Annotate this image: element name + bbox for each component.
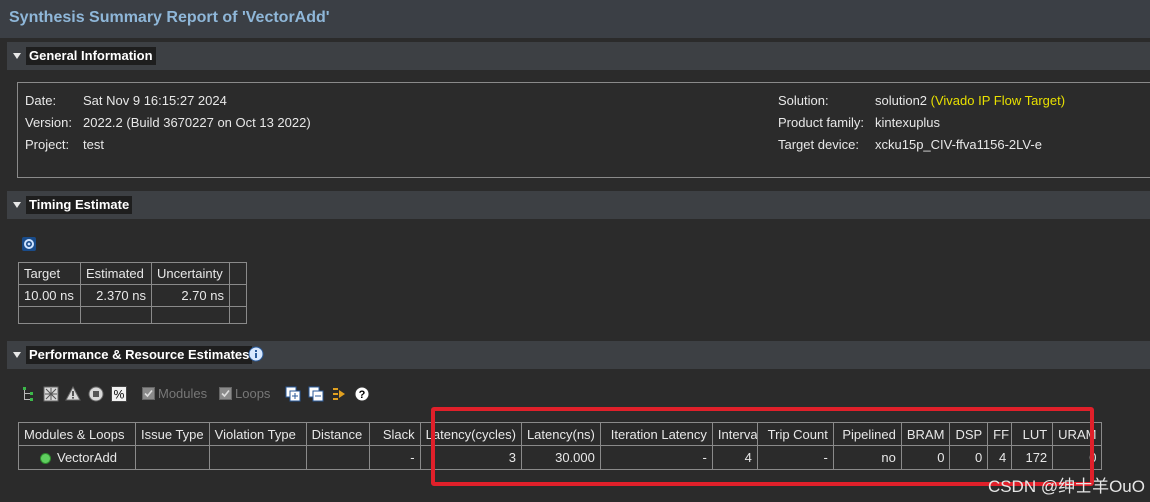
timing-settings-icon[interactable] [21,236,37,252]
column-header[interactable]: Issue Type [135,422,210,446]
info-label: Product family: [778,115,864,130]
info-label: Project: [25,137,70,152]
hierarchy-icon[interactable] [21,386,37,402]
loops-checkbox-label: Loops [235,386,271,401]
info-icon[interactable] [248,346,264,362]
info-value: Sat Nov 9 16:15:27 2024 [83,93,227,108]
expand-all-icon[interactable] [285,386,301,402]
table-cell [135,445,210,470]
collapse-triangle-icon[interactable] [13,53,21,59]
watermark: CSDN @绅士羊OuO [987,477,1145,496]
resource-icon[interactable] [88,386,104,402]
collapse-triangle-icon[interactable] [13,202,21,208]
column-header[interactable]: Violation Type [208,422,307,446]
column-header: Target [18,262,81,285]
module-cell[interactable]: VectorAdd [18,445,136,470]
collapse-triangle-icon[interactable] [13,352,21,358]
help-icon[interactable]: ? [354,386,370,402]
loops-checkbox[interactable] [219,387,232,400]
info-label: Date: [25,93,57,108]
section-header-performance[interactable]: Performance & Resource Estimates [7,341,1150,369]
column-header: Uncertainty [151,262,230,285]
info-label: Target device: [778,137,859,152]
module-status-icon [40,453,51,465]
info-value: kintexuplus [875,115,941,130]
table-cell: - [368,445,421,470]
info-value: solution2 (Vivado IP Flow Target) [875,93,1066,108]
table-cell: 2.370 ns [80,284,152,307]
table-cell [305,445,370,470]
collapse-all-icon[interactable] [308,386,324,402]
general-info-panel: Date: Sat Nov 9 16:15:27 2024 Version: 2… [17,82,1150,178]
module-name: VectorAdd [57,450,117,465]
column-header: Estimated [80,262,152,285]
info-value: test [83,137,104,152]
table-cell [208,445,307,470]
section-header-timing[interactable]: Timing Estimate [7,191,1150,219]
column-header[interactable]: Distance [305,422,370,446]
svg-text:%: % [114,388,125,402]
percent-icon[interactable]: % [111,386,127,402]
modules-checkbox[interactable] [142,387,155,400]
schedule-view-icon[interactable] [43,386,59,402]
table-cell: 2.70 ns [151,284,230,307]
table-cell: 10.00 ns [18,284,81,307]
section-title: Timing Estimate [26,196,133,214]
info-label: Version: [25,115,72,130]
svg-text:?: ? [359,389,366,401]
export-icon[interactable] [331,386,347,402]
title-bar: Synthesis Summary Report of 'VectorAdd' [0,0,1150,38]
timing-table: Target Estimated Uncertainty 10.00 ns 2.… [18,262,247,324]
modules-checkbox-label: Modules [158,386,208,401]
info-label: Solution: [778,93,829,108]
section-header-general[interactable]: General Information [7,42,1150,70]
info-value: xcku15p_CIV-ffva1156-2LV-e [875,137,1042,152]
info-value: 2022.2 (Build 3670227 on Oct 13 2022) [83,115,311,130]
column-header[interactable]: Slack [368,422,421,446]
solution-target-note: (Vivado IP Flow Target) [927,93,1066,108]
section-title: Performance & Resource Estimates [26,346,253,364]
section-title: General Information [26,47,156,65]
report-title: Synthesis Summary Report of 'VectorAdd' [9,9,330,26]
warning-icon[interactable] [65,386,81,402]
column-header[interactable]: Modules & Loops [18,422,136,446]
